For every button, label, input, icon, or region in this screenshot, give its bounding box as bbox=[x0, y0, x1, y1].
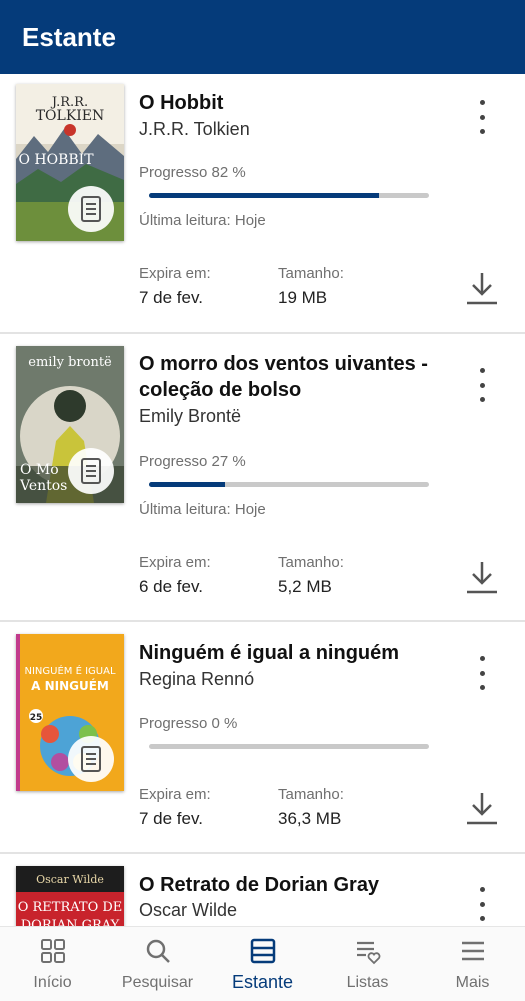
book-author: J.R.R. Tolkien bbox=[139, 119, 250, 139]
book-cover[interactable]: emily brontë O Mo Ventos bbox=[16, 346, 124, 503]
size-value: 19 MB bbox=[278, 288, 328, 307]
progress-label: Progresso 0 % bbox=[139, 715, 238, 732]
book-item[interactable]: NINGUÉM É IGUAL A NINGUÉM 25 Ninguém é i… bbox=[0, 622, 525, 854]
size-label: Tamanho: bbox=[278, 265, 344, 282]
book-cover[interactable]: NINGUÉM É IGUAL A NINGUÉM 25 bbox=[16, 634, 124, 791]
page-title: Estante bbox=[22, 22, 116, 52]
expires-value: 6 de fev. bbox=[139, 577, 203, 596]
nav-mais[interactable]: Mais bbox=[420, 927, 525, 1001]
expires-value: 7 de fev. bbox=[139, 288, 203, 307]
cover-text: Oscar Wilde bbox=[36, 873, 104, 886]
search-icon bbox=[146, 939, 170, 963]
book-author: Emily Brontë bbox=[139, 406, 242, 426]
cover-text: Ventos bbox=[19, 478, 67, 494]
expires-label: Expira em: bbox=[139, 265, 211, 282]
ebook-badge-icon bbox=[68, 736, 114, 782]
nav-label: Início bbox=[33, 974, 72, 991]
nav-label: Estante bbox=[231, 972, 294, 992]
progress-bar bbox=[149, 744, 429, 749]
bookshelf-list[interactable]: J.R.R. TOLKIEN O HOBBIT O Hobbit J.R.R. … bbox=[0, 74, 525, 926]
progress-label: Progresso 27 % bbox=[139, 453, 246, 470]
book-author: Regina Rennó bbox=[139, 669, 255, 689]
expires-label: Expira em: bbox=[139, 554, 211, 571]
size-value: 36,3 MB bbox=[278, 809, 342, 828]
expires-label: Expira em: bbox=[139, 786, 211, 803]
book-author: Oscar Wilde bbox=[139, 900, 238, 920]
more-options-icon[interactable] bbox=[470, 100, 494, 134]
progress-bar bbox=[149, 193, 429, 198]
book-item[interactable]: J.R.R. TOLKIEN O HOBBIT O Hobbit J.R.R. … bbox=[0, 74, 525, 334]
last-read: Última leitura: Hoje bbox=[139, 212, 266, 229]
cover-text: TOLKIEN bbox=[36, 108, 105, 124]
grid-icon bbox=[41, 939, 65, 963]
book-item[interactable]: emily brontë O Mo Ventos O morro dos ven… bbox=[0, 334, 525, 622]
download-icon[interactable] bbox=[464, 270, 500, 306]
book-title[interactable]: O Retrato de Dorian Gray bbox=[139, 872, 439, 898]
nav-inicio[interactable]: Início bbox=[0, 927, 105, 1001]
book-cover[interactable]: J.R.R. TOLKIEN O HOBBIT bbox=[16, 84, 124, 241]
ebook-badge-icon bbox=[68, 186, 114, 232]
cover-text: O Mo bbox=[20, 462, 59, 478]
expires-value: 7 de fev. bbox=[139, 809, 203, 828]
nav-label: Listas bbox=[346, 974, 389, 991]
book-title[interactable]: O morro dos ventos uivantes - coleção de… bbox=[139, 351, 439, 403]
book-cover[interactable]: Oscar Wilde O RETRATO DE DORIAN GRAY bbox=[16, 866, 124, 926]
ebook-badge-icon bbox=[68, 448, 114, 494]
nav-estante[interactable]: Estante bbox=[210, 927, 315, 1001]
last-read: Última leitura: Hoje bbox=[139, 501, 266, 518]
nav-label: Pesquisar bbox=[121, 974, 194, 991]
nav-label: Mais bbox=[455, 974, 490, 991]
download-icon[interactable] bbox=[464, 790, 500, 826]
book-item[interactable]: Oscar Wilde O RETRATO DE DORIAN GRAY O R… bbox=[0, 854, 525, 926]
size-label: Tamanho: bbox=[278, 554, 344, 571]
more-options-icon[interactable] bbox=[470, 887, 494, 921]
bottom-navigation: Início Pesquisar Estante Listas Mais bbox=[0, 926, 525, 1001]
cover-text: O RETRATO DE bbox=[18, 900, 123, 915]
size-label: Tamanho: bbox=[278, 786, 344, 803]
cover-text: NINGUÉM É IGUAL bbox=[24, 664, 115, 677]
list-heart-icon bbox=[357, 941, 381, 965]
nav-listas[interactable]: Listas bbox=[315, 927, 420, 1001]
app-bar: Estante bbox=[0, 0, 525, 74]
book-title[interactable]: Ninguém é igual a ninguém bbox=[139, 640, 459, 666]
cover-text: O HOBBIT bbox=[18, 152, 94, 168]
more-options-icon[interactable] bbox=[470, 656, 494, 690]
download-icon[interactable] bbox=[464, 559, 500, 595]
more-options-icon[interactable] bbox=[470, 368, 494, 402]
menu-icon bbox=[462, 941, 484, 961]
nav-pesquisar[interactable]: Pesquisar bbox=[105, 927, 210, 1001]
cover-text: A NINGUÉM bbox=[31, 678, 109, 693]
progress-label: Progresso 82 % bbox=[139, 164, 246, 181]
size-value: 5,2 MB bbox=[278, 577, 332, 596]
cover-text: emily brontë bbox=[28, 355, 112, 370]
book-title[interactable]: O Hobbit bbox=[139, 90, 439, 116]
shelf-icon bbox=[250, 938, 276, 964]
cover-text: 25 bbox=[30, 713, 43, 723]
progress-bar bbox=[149, 482, 429, 487]
cover-text: DORIAN GRAY bbox=[21, 918, 120, 926]
